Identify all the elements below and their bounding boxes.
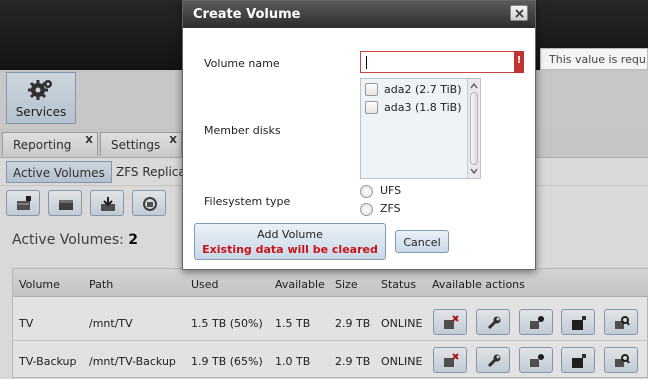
data-cleared-warning: Existing data will be cleared — [202, 243, 378, 256]
scroll-thumb[interactable] — [470, 92, 478, 165]
cancel-button[interactable]: Cancel — [395, 230, 449, 253]
zfs-radio[interactable] — [360, 203, 373, 216]
filesystem-type-label: Filesystem type — [204, 195, 291, 208]
disk-checkbox[interactable] — [365, 101, 378, 114]
ufs-label: UFS — [380, 184, 402, 197]
close-icon — [515, 9, 524, 18]
create-volume-dialog: Create Volume Volume name ! Member disks… — [182, 0, 536, 270]
text-caret — [366, 56, 367, 69]
dialog-title: Create Volume — [183, 1, 535, 28]
ufs-radio[interactable] — [360, 185, 373, 198]
add-volume-button[interactable]: Add Volume Existing data will be cleared — [194, 223, 386, 260]
volume-name-label: Volume name — [204, 57, 280, 70]
validation-tooltip: This value is requ — [540, 48, 648, 70]
member-disks-list[interactable]: ada2 (2.7 TiB) ada3 (1.8 TiB) — [360, 78, 481, 179]
disk-list-scrollbar[interactable] — [467, 79, 480, 178]
dialog-close-button[interactable] — [510, 5, 528, 21]
zfs-label: ZFS — [380, 202, 401, 215]
disk-label: ada3 (1.8 TiB) — [384, 101, 462, 114]
disk-checkbox[interactable] — [365, 83, 378, 96]
validation-error-icon: ! — [514, 51, 524, 73]
dialog-title-text: Create Volume — [193, 7, 301, 22]
disk-label: ada2 (2.7 TiB) — [384, 83, 462, 96]
volume-name-input[interactable] — [360, 51, 515, 73]
scroll-up-icon[interactable] — [470, 82, 478, 90]
member-disks-label: Member disks — [204, 124, 281, 137]
add-volume-label: Add Volume — [257, 228, 323, 241]
scroll-down-icon[interactable] — [470, 167, 478, 175]
